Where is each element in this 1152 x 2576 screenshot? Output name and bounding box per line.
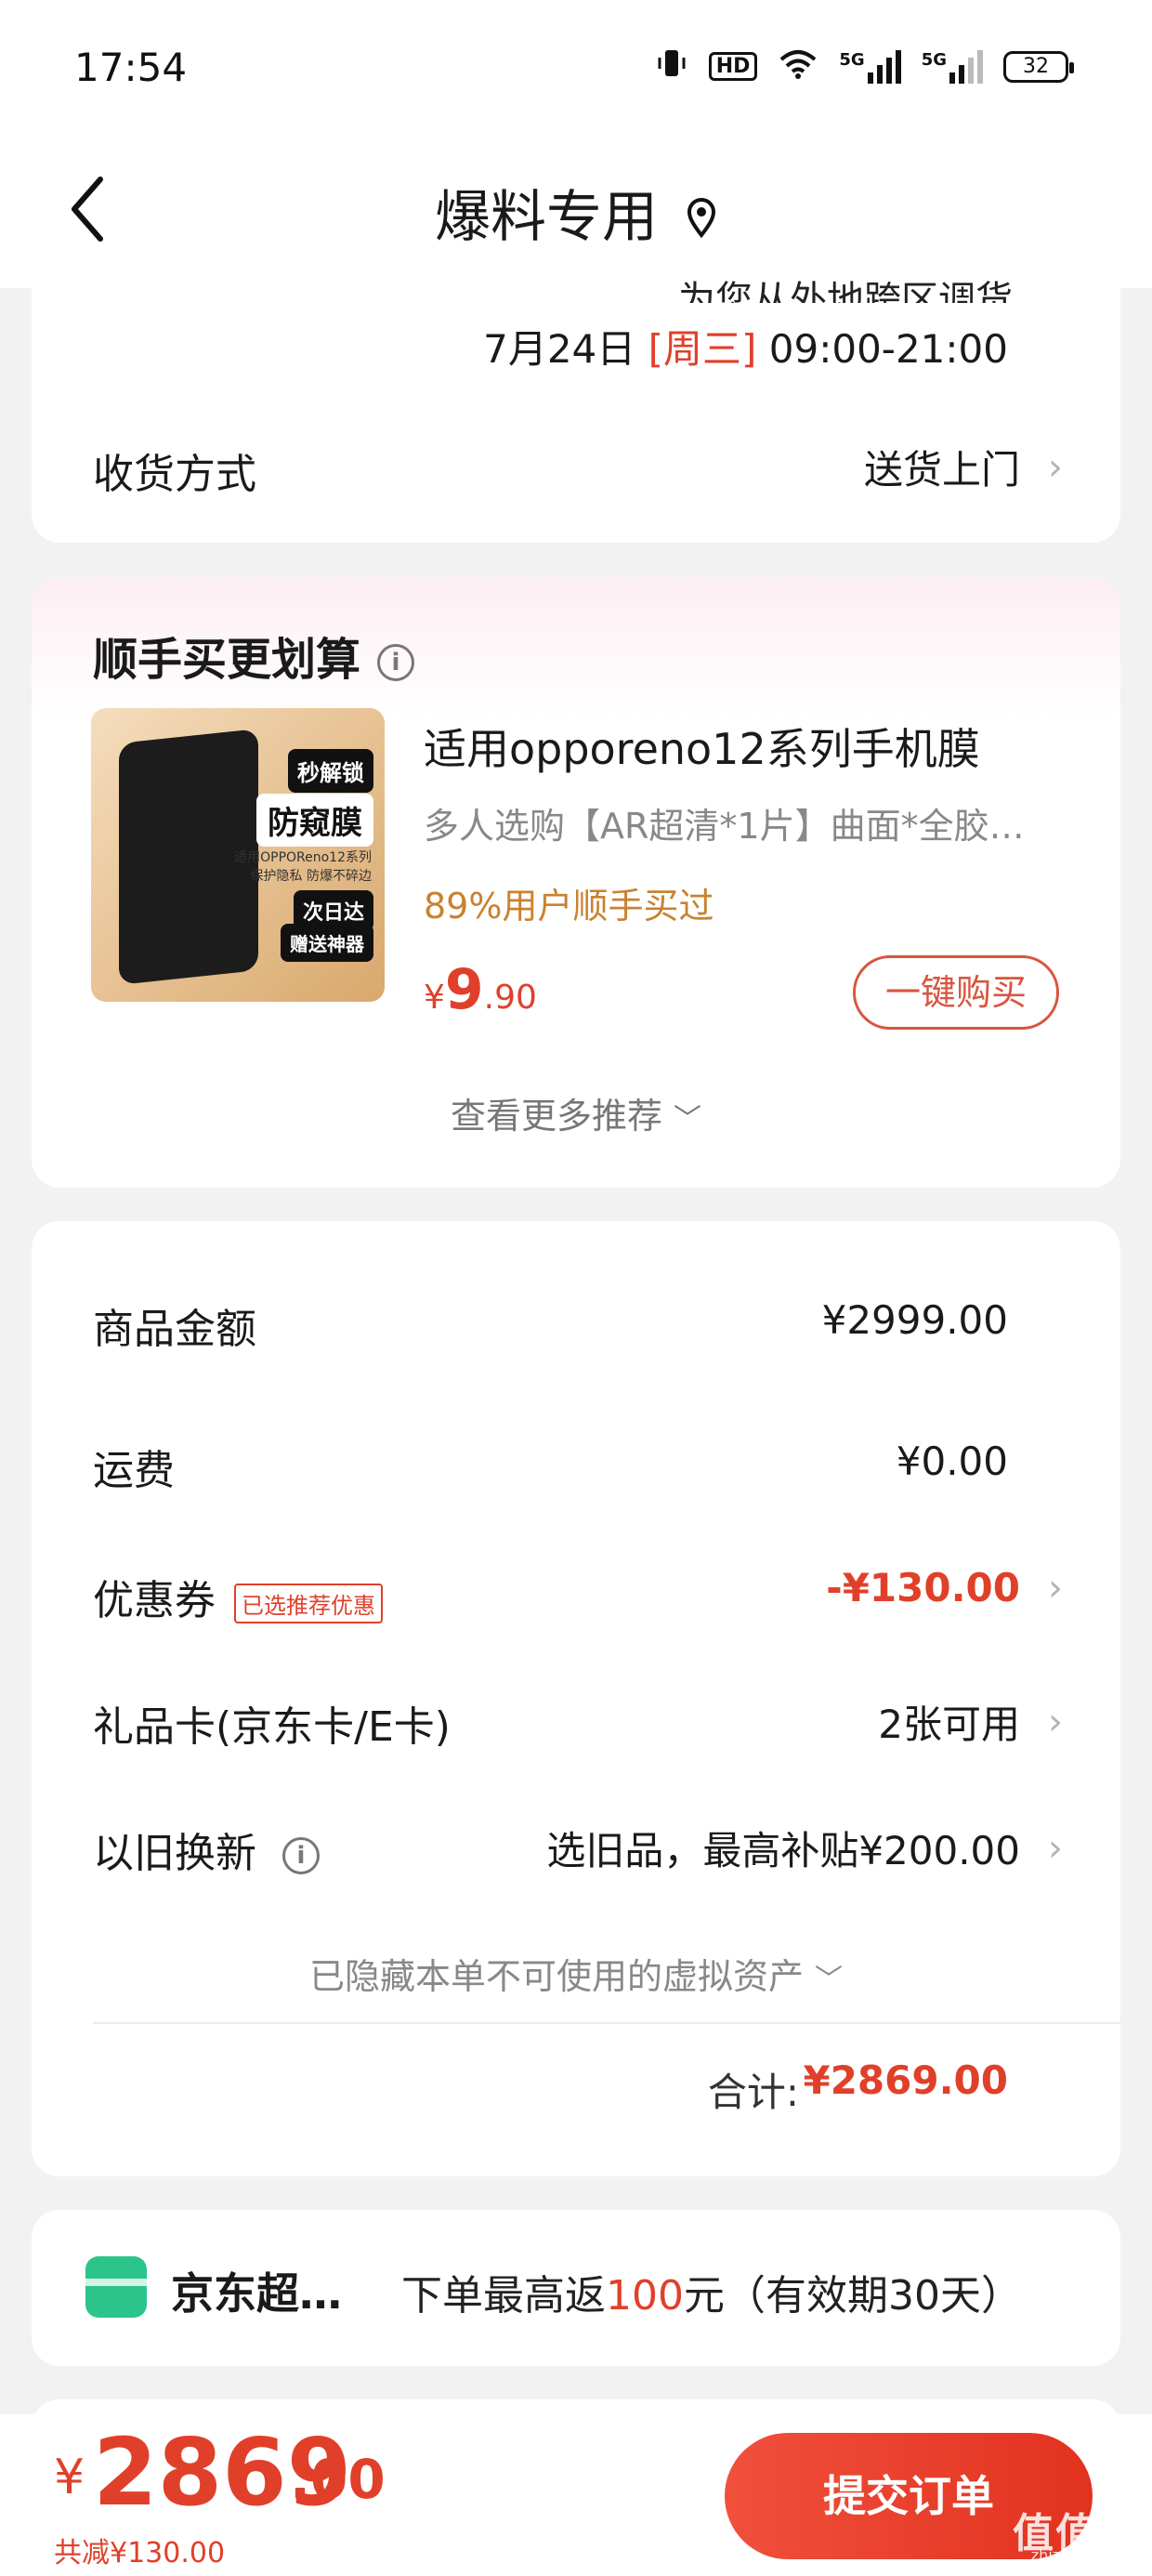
wifi-icon	[778, 46, 818, 86]
image-badge-privacy: 防窥膜	[256, 794, 373, 847]
jd-card-name: 京东超…	[171, 2268, 342, 2319]
battery-icon: 32	[1003, 50, 1074, 83]
total-price-dec: .00	[290, 2448, 386, 2511]
chevron-right-icon: ›	[1048, 1566, 1063, 1610]
delivery-method-value: 送货上门	[863, 447, 1020, 493]
product-hint: 89%用户顺手买过	[424, 886, 714, 927]
product-desc: 多人选购【AR超清*1片】曲面*全胶…	[424, 806, 1025, 847]
shipping-label: 运费	[93, 1447, 175, 1494]
hd-icon: HD	[708, 52, 758, 81]
goods-amount-value: ¥2999.00	[821, 1297, 1008, 1343]
image-line-2: 保护隐私 防爆不碎边	[250, 869, 372, 884]
delivery-method-label: 收货方式	[93, 451, 256, 498]
total-currency: ¥	[54, 2450, 85, 2505]
signal-icon-1: 5G	[839, 49, 901, 84]
jd-card-text: 下单最高返100元（有效期30天）	[401, 2272, 1022, 2320]
giftcard-row[interactable]: 2张可用 ›	[878, 1693, 1063, 1750]
goods-amount-label: 商品金额	[93, 1306, 256, 1353]
total-value: ¥2869.00	[803, 2057, 1008, 2103]
image-line-1: 适用OPPOReno12系列	[234, 850, 372, 865]
image-badge-gift: 赠送神器	[281, 924, 373, 962]
delivery-partial-text: 为您从外地跨区调货	[678, 279, 1013, 303]
more-recommend-button[interactable]: 查看更多推荐 ﹀	[0, 1087, 1152, 1138]
delivery-date: 7月24日 [周三] 09:00-21:00	[483, 326, 1008, 372]
watermark-sub: zhizhizhi.com	[1030, 2546, 1132, 2564]
info-icon[interactable]: i	[282, 1837, 320, 1874]
status-time: 17:54	[74, 45, 188, 90]
chevron-right-icon: ›	[1048, 1826, 1063, 1870]
coupon-row[interactable]: -¥130.00 ›	[826, 1565, 1063, 1610]
coupon-label: 优惠券 已选推荐优惠	[93, 1567, 383, 1626]
tradein-row[interactable]: 选旧品，最高补贴¥200.00 ›	[546, 1820, 1063, 1876]
total-saved[interactable]: 共减¥130.00	[54, 2530, 225, 2570]
delivery-method-row[interactable]: 送货上门 ›	[864, 439, 1063, 495]
giftcard-value: 2张可用	[878, 1702, 1020, 1747]
tradein-label: 以旧换新 i	[93, 1820, 320, 1879]
product-image[interactable]: 秒解锁 防窥膜 适用OPPOReno12系列 保护隐私 防爆不碎边 次日达 赠送…	[91, 708, 385, 1002]
tradein-value: 选旧品，最高补贴¥200.00	[546, 1828, 1020, 1873]
hidden-assets-toggle[interactable]: 已隐藏本单不可使用的虚拟资产 ﹀	[0, 1948, 1152, 1999]
coupon-tag: 已选推荐优惠	[234, 1583, 383, 1623]
card-icon	[85, 2256, 147, 2318]
shipping-value: ¥0.00	[896, 1439, 1008, 1484]
one-click-buy-button[interactable]: 一键购买	[853, 955, 1059, 1030]
status-icons: HD 5G 5G 32	[655, 46, 1074, 86]
chevron-down-icon: ﹀	[674, 1103, 702, 1136]
chevron-down-icon: ﹀	[815, 1964, 844, 1996]
product-price: ¥9.90	[424, 957, 537, 1022]
info-icon[interactable]: i	[377, 644, 415, 681]
product-name[interactable]: 适用opporeno12系列手机膜	[424, 716, 980, 777]
image-badge-unlock: 秒解锁	[288, 749, 373, 793]
coupon-value: -¥130.00	[826, 1565, 1020, 1610]
delivery-card	[32, 269, 1120, 543]
chevron-right-icon: ›	[1048, 445, 1063, 489]
recommend-title: 顺手买更划算 i	[93, 623, 415, 688]
chevron-right-icon: ›	[1048, 1700, 1063, 1743]
giftcard-label: 礼品卡(京东卡/E卡)	[93, 1703, 451, 1751]
location-pin-icon[interactable]	[686, 188, 717, 253]
page-title: 爆料专用	[0, 172, 1152, 253]
divider	[93, 2022, 1120, 2024]
vibrate-icon	[655, 46, 688, 86]
total-label: 合计:	[707, 2070, 799, 2115]
signal-icon-2: 5G	[922, 49, 983, 84]
